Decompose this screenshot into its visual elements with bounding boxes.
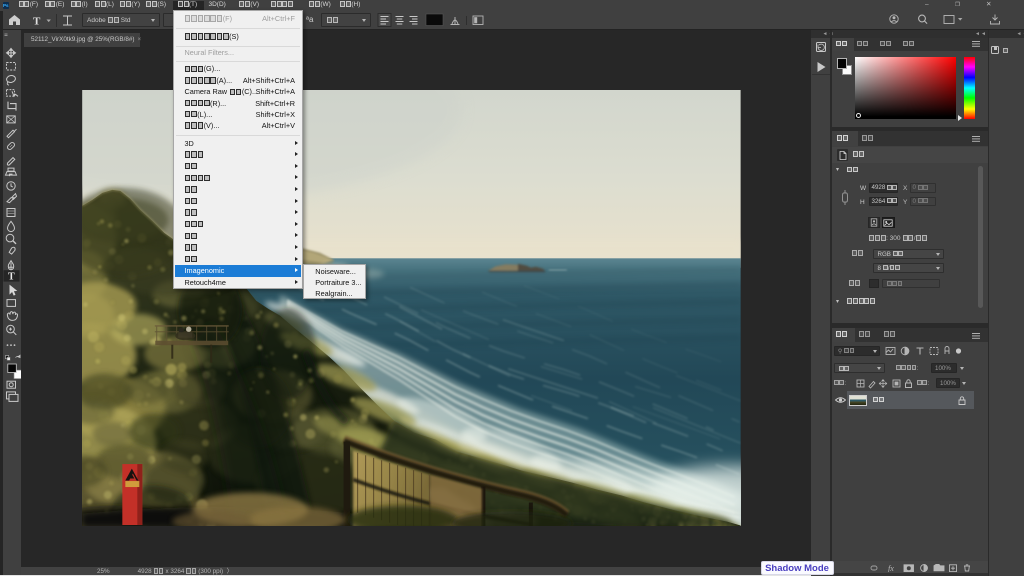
svg-text:fx: fx (888, 564, 894, 572)
svg-text:T: T (7, 271, 14, 282)
svg-text:T: T (33, 15, 41, 27)
